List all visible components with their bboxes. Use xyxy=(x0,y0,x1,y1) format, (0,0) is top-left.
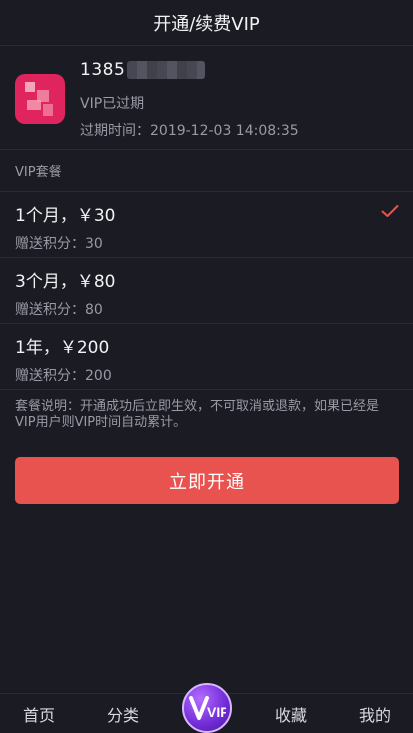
expire-time: 过期时间：2019-12-03 14:08:35 xyxy=(80,120,299,140)
plan-title: 3个月，￥80 xyxy=(15,272,116,292)
vip-tab-button[interactable]: VIP xyxy=(182,683,232,733)
plan-option-3-months[interactable]: 3个月，￥80 赠送积分：80 xyxy=(0,258,413,324)
tab-home[interactable]: 首页 xyxy=(0,694,78,733)
plan-bonus: 赠送积分：30 xyxy=(15,236,103,252)
vip-purchase-page: 开通/续费VIP 1385 VIP已过期 过期时间：2019-12-03 14:… xyxy=(0,0,413,733)
activate-now-button[interactable]: 立即开通 xyxy=(15,457,399,504)
plan-bonus: 赠送积分：80 xyxy=(15,302,103,318)
plan-bonus: 赠送积分：200 xyxy=(15,368,112,384)
vip-icon: VIP xyxy=(189,696,226,720)
tab-favorites[interactable]: 收藏 xyxy=(252,694,330,733)
plan-title: 1个月，￥30 xyxy=(15,206,116,226)
tab-categories[interactable]: 分类 xyxy=(84,694,162,733)
phone-row: 1385 xyxy=(80,60,206,80)
vip-status: VIP已过期 xyxy=(80,96,145,112)
plan-option-1-year[interactable]: 1年，￥200 赠送积分：200 xyxy=(0,324,413,390)
plans-section-label: VIP套餐 xyxy=(0,150,413,192)
expire-label: 过期时间： xyxy=(80,123,150,139)
page-title: 开通/续费VIP xyxy=(153,13,260,35)
phone-number: 1385 xyxy=(80,60,126,80)
phone-redaction-mask xyxy=(127,61,206,79)
avatar xyxy=(15,74,65,124)
plan-title: 1年，￥200 xyxy=(15,338,110,358)
expire-value: 2019-12-03 14:08:35 xyxy=(150,123,299,139)
plan-note: 套餐说明：开通成功后立即生效，不可取消或退款，如果已经是VIP用户则VIP时间自… xyxy=(15,399,380,430)
tab-mine[interactable]: 我的 xyxy=(336,694,413,733)
check-icon xyxy=(381,205,399,217)
plan-option-1-month[interactable]: 1个月，￥30 赠送积分：30 xyxy=(0,192,413,258)
page-header: 开通/续费VIP xyxy=(0,0,413,46)
user-profile-card: 1385 VIP已过期 过期时间：2019-12-03 14:08:35 xyxy=(0,46,413,150)
vip-icon-text: VIP xyxy=(207,704,226,720)
